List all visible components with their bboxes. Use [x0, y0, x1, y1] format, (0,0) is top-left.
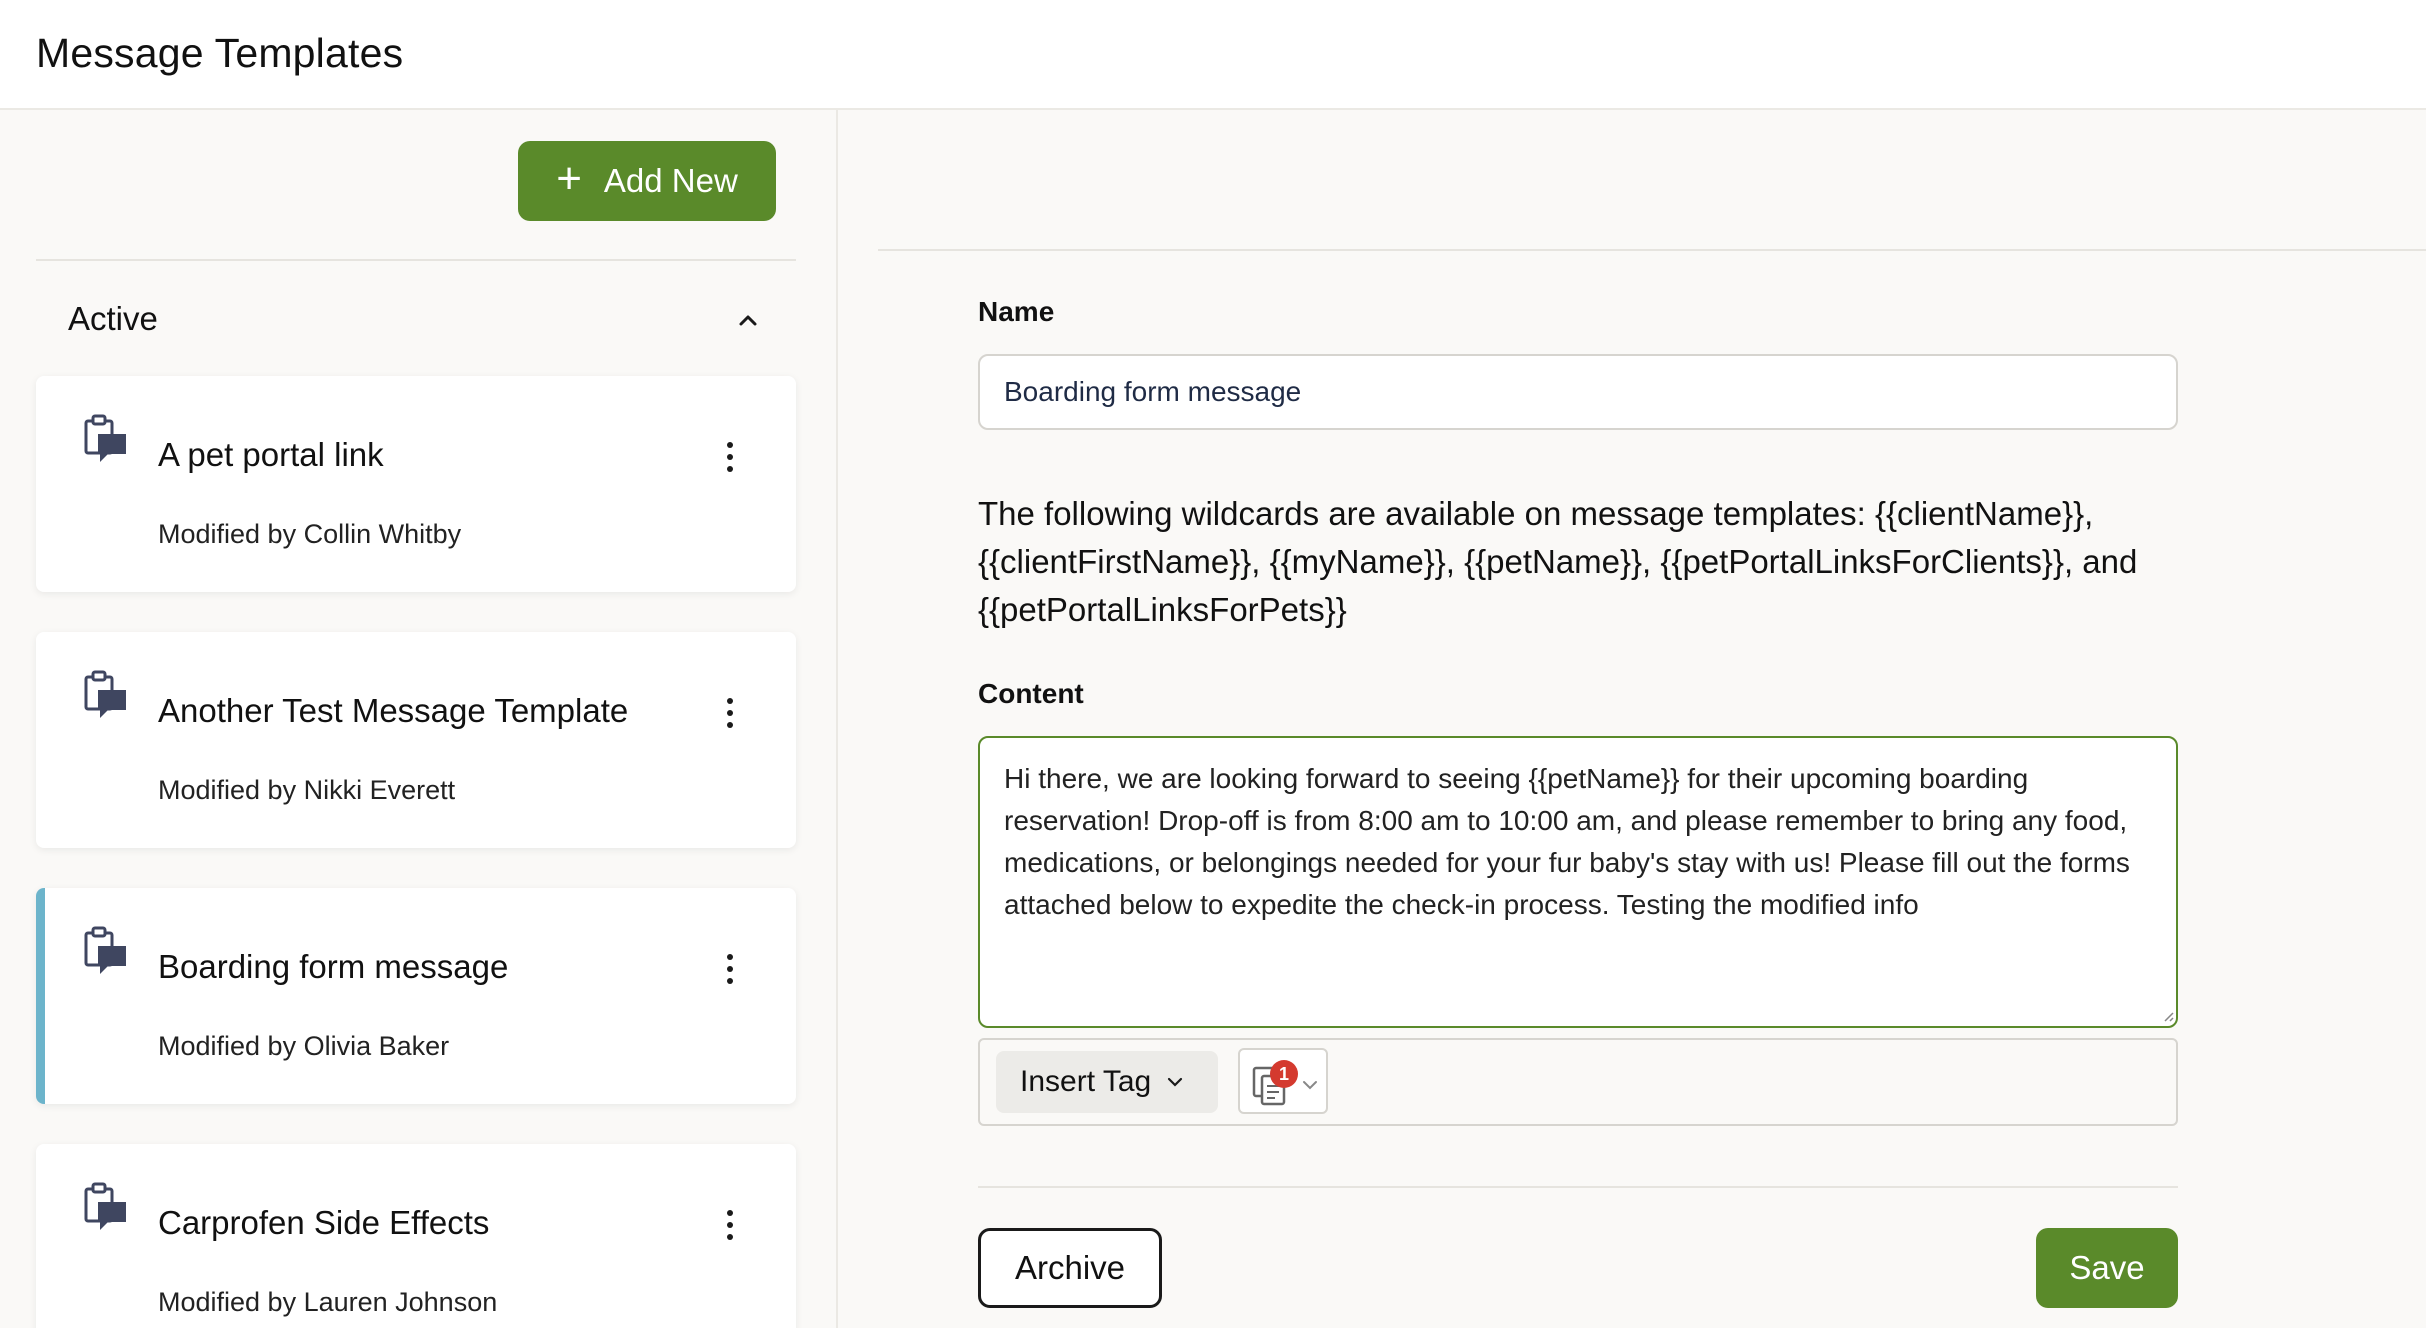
- name-input[interactable]: [978, 354, 2178, 430]
- template-card-title: Carprofen Side Effects: [158, 1204, 490, 1241]
- template-card-pet-portal-link[interactable]: A pet portal link Modified by Collin Whi…: [36, 376, 796, 592]
- wildcards-help-text: The following wildcards are available on…: [978, 495, 2138, 628]
- kebab-menu-icon[interactable]: [724, 442, 736, 476]
- kebab-menu-icon[interactable]: [724, 954, 736, 988]
- plus-icon: +: [556, 154, 582, 203]
- chevron-down-icon: [1168, 1077, 1183, 1087]
- content-toolbar: Insert Tag 1: [978, 1038, 2178, 1126]
- clipboard-message-icon: [84, 414, 126, 462]
- editor-top-divider: [878, 249, 2426, 251]
- clipboard-message-icon: [84, 1182, 126, 1230]
- attachments-dropdown[interactable]: 1: [1238, 1048, 1328, 1114]
- page-title: Message Templates: [36, 30, 404, 76]
- attachment-count-badge: 1: [1270, 1060, 1298, 1088]
- template-card-modified-by: Modified by Olivia Baker: [158, 1031, 450, 1061]
- template-card-another-test[interactable]: Another Test Message Template Modified b…: [36, 632, 796, 848]
- chevron-up-icon: [739, 315, 757, 326]
- kebab-menu-icon[interactable]: [724, 1210, 736, 1244]
- clipboard-message-icon: [84, 670, 126, 718]
- footer-divider: [978, 1186, 2178, 1188]
- archive-button[interactable]: Archive: [978, 1228, 1162, 1308]
- template-card-carprofen[interactable]: Carprofen Side Effects Modified by Laure…: [36, 1144, 796, 1328]
- template-card-modified-by: Modified by Collin Whitby: [158, 519, 462, 549]
- template-sidebar: + Add New Active A pet portal link Modif…: [0, 110, 838, 1328]
- resize-handle-icon[interactable]: [2162, 1010, 2174, 1022]
- kebab-menu-icon[interactable]: [724, 698, 736, 732]
- content-textarea[interactable]: [978, 736, 2178, 1028]
- sidebar-divider: [36, 259, 796, 261]
- top-bar: Message Templates: [0, 0, 2426, 110]
- insert-tag-dropdown[interactable]: Insert Tag: [996, 1051, 1218, 1113]
- add-new-label: Add New: [603, 162, 738, 199]
- name-label: Name: [978, 296, 1055, 327]
- template-card-title: A pet portal link: [158, 436, 384, 473]
- clipboard-message-icon: [84, 926, 126, 974]
- template-card-boarding-form[interactable]: Boarding form message Modified by Olivia…: [36, 888, 796, 1104]
- active-section-toggle[interactable]: Active: [36, 280, 796, 360]
- active-section-label: Active: [68, 300, 158, 337]
- template-card-title: Boarding form message: [158, 948, 509, 985]
- template-card-modified-by: Modified by Nikki Everett: [158, 775, 456, 805]
- save-button[interactable]: Save: [2036, 1228, 2178, 1308]
- template-card-title: Another Test Message Template: [158, 692, 629, 729]
- chevron-down-icon: [1303, 1081, 1317, 1090]
- content-label: Content: [978, 678, 1084, 709]
- add-new-button[interactable]: + Add New: [518, 141, 776, 221]
- insert-tag-label: Insert Tag: [1020, 1065, 1152, 1098]
- template-card-modified-by: Modified by Lauren Johnson: [158, 1287, 498, 1317]
